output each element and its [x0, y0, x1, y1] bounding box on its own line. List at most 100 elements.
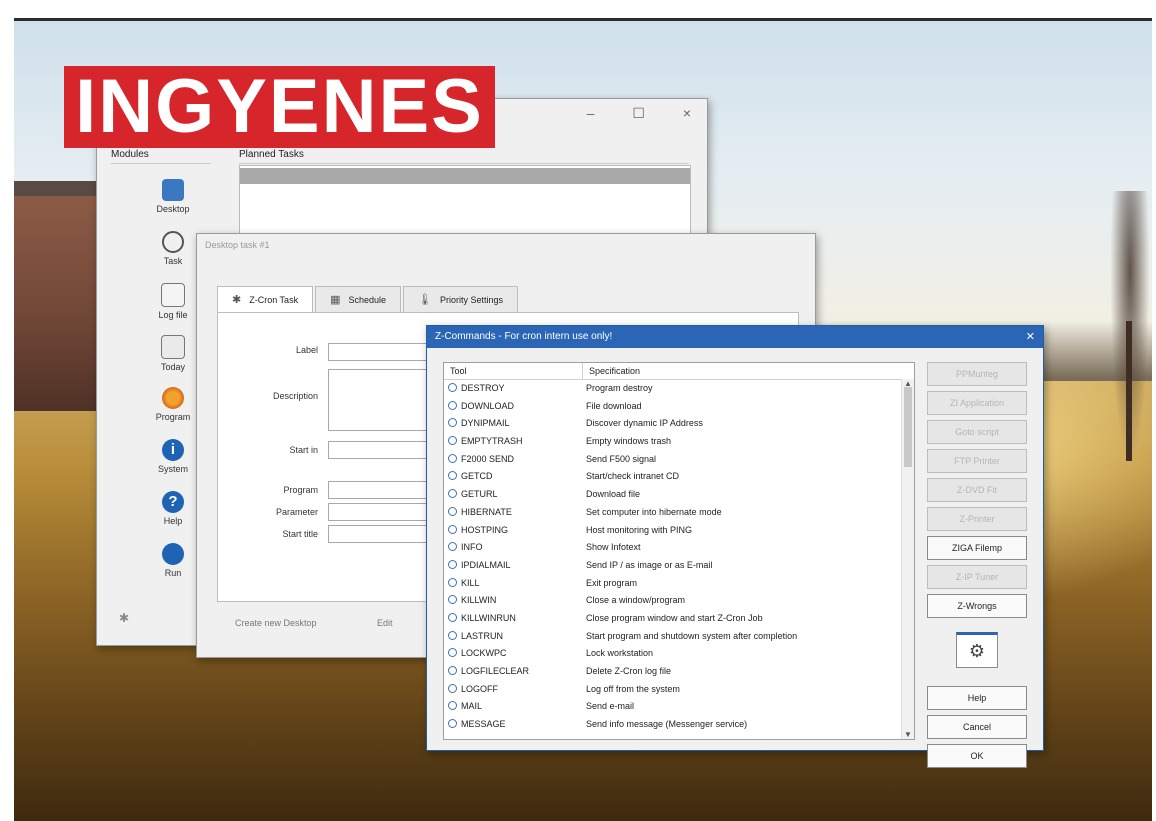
tool-button[interactable]: Z-Wrongs [927, 594, 1027, 618]
planned-tasks-header: Planned Tasks [239, 149, 689, 164]
table-scrollbar[interactable]: ▲ ▼ [901, 379, 914, 739]
tab-zcron-task[interactable]: ✱ Z-Cron Task [217, 286, 314, 313]
table-row[interactable]: IPDIALMAIL Send IP / as image or as E-mai… [444, 557, 914, 575]
edit-button[interactable]: Edit [377, 618, 393, 628]
table-row[interactable]: LOCKWPC Lock workstation [444, 645, 914, 663]
tool-specification: Host monitoring with PING [586, 524, 693, 535]
tool-button[interactable]: ZIGA Filemp [927, 536, 1027, 560]
cancel-button[interactable]: Cancel [927, 715, 1027, 739]
tool-specification: Start program and shutdown system after … [586, 630, 798, 641]
clock-icon [162, 231, 184, 253]
column-tool[interactable]: Tool [444, 363, 583, 379]
radio-icon[interactable] [448, 559, 457, 569]
radio-icon[interactable] [448, 383, 457, 392]
radio-icon[interactable] [448, 436, 457, 446]
task-tabs: ✱ Z-Cron Task ▦ Schedule 🌡 Priority Setting… [217, 286, 520, 313]
tool-name: LASTRUN [461, 630, 504, 641]
tool-button[interactable]: Z-Printer [927, 507, 1027, 531]
tool-specification: Send F500 signal [586, 453, 657, 464]
radio-icon[interactable] [448, 524, 457, 534]
tool-name: KILLWIN [461, 595, 497, 606]
table-row[interactable]: KILLWINRUN Close program window and start… [444, 610, 914, 628]
scroll-down-icon[interactable]: ▼ [904, 730, 912, 739]
table-row[interactable]: LOGFILECLEAR Delete Z-Cron log file [444, 663, 914, 681]
table-row[interactable]: KILLWIN Close a window/program [444, 592, 914, 610]
settings-gear-button[interactable]: ⚙ [956, 632, 998, 668]
tool-name: GETURL [461, 489, 498, 500]
tool-name: DOWNLOAD [461, 400, 515, 411]
tool-button[interactable]: Goto script [927, 420, 1027, 444]
tool-buttons: PPMunteg ZI Application Goto script FTP Pri… [927, 362, 1027, 773]
table-row[interactable]: LOGOFF Log off from the system [444, 681, 914, 699]
tool-name: MESSAGE [461, 719, 506, 730]
tool-name: HOSTPING [461, 524, 509, 535]
settings-icon[interactable]: ✱ [119, 611, 129, 625]
table-row[interactable]: HIBERNATE Set computer into hibernate mod… [444, 504, 914, 522]
tool-name: F2000 SEND [461, 453, 515, 464]
tool-button[interactable]: Z-IP Tuner [927, 565, 1027, 589]
commands-table: Tool Specification DESTROY Program destro… [443, 362, 915, 740]
tab-schedule[interactable]: ▦ Schedule [315, 286, 402, 313]
table-row[interactable]: KILL Exit program [444, 575, 914, 593]
table-row[interactable]: MESSAGE Send info message (Messenger serv… [444, 716, 914, 734]
table-row[interactable]: LASTRUN Start program and shutdown system… [444, 628, 914, 646]
table-row[interactable]: GETCD Start/check intranet CD [444, 468, 914, 486]
tool-name: DYNIPMAIL [461, 418, 510, 429]
run-icon [162, 543, 184, 565]
log-file-icon [161, 283, 185, 307]
radio-icon[interactable] [448, 471, 457, 481]
tool-specification: Discover dynamic IP Address [586, 418, 703, 429]
column-specification[interactable]: Specification [583, 363, 914, 379]
scrollbar-thumb[interactable] [904, 387, 912, 467]
radio-icon[interactable] [448, 418, 457, 428]
table-row[interactable]: DYNIPMAIL Discover dynamic IP Address [444, 415, 914, 433]
table-row[interactable]: DESTROY Program destroy [444, 380, 914, 398]
table-row[interactable]: DOWNLOAD File download [444, 398, 914, 416]
radio-icon[interactable] [448, 612, 457, 622]
maximize-button[interactable]: ☐ [632, 105, 645, 121]
radio-icon[interactable] [448, 453, 457, 463]
radio-icon[interactable] [448, 630, 457, 640]
radio-icon[interactable] [448, 719, 457, 729]
radio-icon[interactable] [448, 648, 457, 658]
parameter-label: Parameter [275, 507, 318, 517]
help-icon: ? [162, 491, 184, 513]
tab-priority-settings[interactable]: 🌡 Priority Settings [403, 286, 519, 313]
table-row[interactable]: HOSTPING Host monitoring with PING [444, 522, 914, 540]
tree-trunk [1126, 321, 1132, 461]
tool-specification: Download file [586, 489, 641, 500]
radio-icon[interactable] [448, 701, 457, 711]
minimize-button[interactable]: – [587, 105, 595, 121]
radio-icon[interactable] [448, 595, 457, 605]
radio-icon[interactable] [448, 400, 457, 410]
tool-button[interactable]: ZI Application [927, 391, 1027, 415]
tool-name: IPDIALMAIL [461, 559, 511, 570]
info-icon: i [162, 439, 184, 461]
table-row[interactable]: EMPTYTRASH Empty windows trash [444, 433, 914, 451]
table-row[interactable]: F2000 SEND Send F500 signal [444, 451, 914, 469]
sidebar-item-desktop[interactable]: Desktop [137, 179, 209, 231]
desktop-icon [162, 179, 184, 201]
tool-specification: Start/check intranet CD [586, 471, 680, 482]
tool-name: LOGFILECLEAR [461, 666, 530, 676]
calendar-icon [161, 335, 185, 359]
table-row[interactable]: INFO Show Infotext [444, 539, 914, 557]
radio-icon[interactable] [448, 666, 457, 675]
create-desktop-button[interactable]: Create new Desktop [235, 618, 317, 628]
modules-header: Modules [111, 149, 211, 164]
tool-button[interactable]: PPMunteg [927, 362, 1027, 386]
radio-icon[interactable] [448, 506, 457, 516]
radio-icon[interactable] [448, 577, 457, 587]
table-row[interactable]: GETURL Download file [444, 486, 914, 504]
ok-button[interactable]: OK [927, 744, 1027, 768]
table-row[interactable]: MAIL Send e-mail [444, 698, 914, 716]
close-icon[interactable]: ✕ [1026, 326, 1035, 348]
radio-icon[interactable] [448, 489, 457, 499]
tool-button[interactable]: Z-DVD Fit [927, 478, 1027, 502]
tool-button[interactable]: FTP Printer [927, 449, 1027, 473]
help-button[interactable]: Help [927, 686, 1027, 710]
radio-icon[interactable] [448, 542, 457, 552]
selected-task-row[interactable] [240, 168, 690, 184]
radio-icon[interactable] [448, 683, 457, 693]
close-button[interactable]: × [683, 105, 691, 121]
